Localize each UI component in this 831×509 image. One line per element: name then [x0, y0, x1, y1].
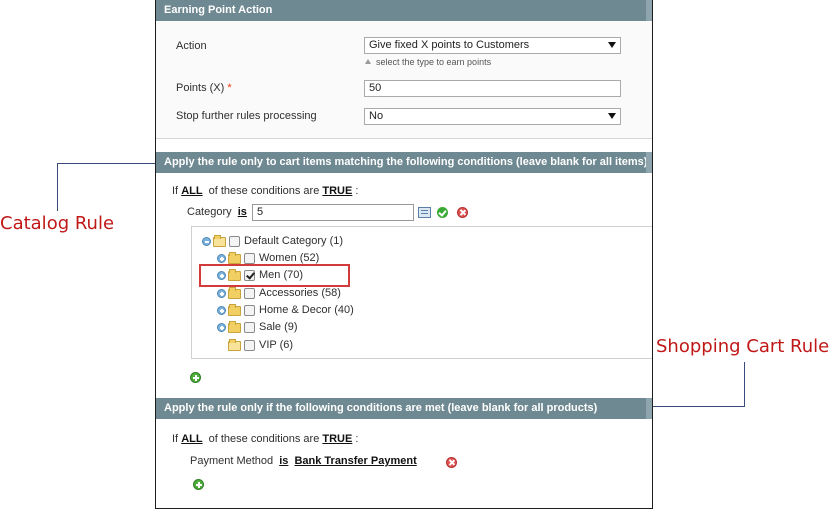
- category-value-input[interactable]: 5: [252, 204, 414, 221]
- action-select[interactable]: Give fixed X points to Customers: [364, 37, 621, 54]
- action-note-text: select the type to earn points: [376, 57, 492, 67]
- category-condition: Category is: [187, 206, 247, 218]
- action-select-value: Give fixed X points to Customers: [369, 39, 530, 51]
- note-triangle-icon: [365, 59, 371, 64]
- tree-node-label: VIP (6): [259, 339, 294, 351]
- tree-toggle-icon[interactable]: [217, 306, 226, 315]
- category-tree: Default Category (1) Women (52) Men (70)…: [191, 226, 652, 359]
- stop-processing-select[interactable]: No: [364, 108, 621, 125]
- payment-method-value[interactable]: Bank Transfer Payment: [294, 455, 416, 467]
- catalog-rule-connector: [57, 163, 155, 164]
- category-value: 5: [257, 206, 264, 218]
- tree-toggle-icon[interactable]: [217, 323, 226, 332]
- points-label-text: Points (X): [176, 82, 225, 94]
- remove-icon[interactable]: [446, 457, 457, 468]
- condition-middle: of these conditions are: [208, 433, 320, 445]
- checkbox-icon[interactable]: [244, 253, 255, 264]
- folder-icon: [228, 321, 241, 333]
- catalog-rule-annotation: Catalog Rule: [0, 213, 115, 234]
- shopping-cart-rule-connector: [653, 406, 745, 407]
- folder-icon: [228, 252, 241, 264]
- checkbox-icon[interactable]: [244, 305, 255, 316]
- earning-form: Action Give fixed X points to Customers …: [156, 21, 652, 139]
- value-toggle[interactable]: TRUE: [322, 185, 352, 197]
- folder-icon: [228, 304, 241, 316]
- rule-edit-panel: Earning Point Action Action Give fixed X…: [155, 0, 653, 509]
- cart-items-condition-line: If ALL of these conditions are TRUE :: [172, 185, 358, 197]
- remove-icon[interactable]: [457, 207, 468, 218]
- folder-icon: [228, 339, 241, 351]
- chooser-icon[interactable]: [418, 207, 431, 218]
- required-mark: *: [227, 82, 232, 94]
- tree-node-label: Women (52): [259, 252, 320, 264]
- checkbox-icon[interactable]: [244, 288, 255, 299]
- conditions-section-title: Apply the rule only if the following con…: [164, 402, 598, 414]
- folder-icon: [228, 287, 241, 299]
- tree-toggle-icon[interactable]: [217, 289, 226, 298]
- add-condition-icon[interactable]: [190, 372, 201, 383]
- apply-icon[interactable]: [437, 207, 448, 218]
- conditions-condition-line: If ALL of these conditions are TRUE :: [172, 433, 358, 445]
- catalog-rule-connector-vertical: [57, 163, 58, 211]
- category-operator[interactable]: is: [238, 206, 247, 218]
- action-label: Action: [176, 40, 207, 52]
- aggregator-toggle[interactable]: ALL: [181, 433, 202, 445]
- stop-processing-label: Stop further rules processing: [176, 110, 317, 122]
- category-label: Category: [187, 206, 232, 218]
- points-label: Points (X) *: [176, 82, 232, 94]
- condition-prefix: If: [172, 433, 179, 445]
- checkbox-icon[interactable]: [244, 322, 255, 333]
- earning-point-action-header: Earning Point Action: [156, 0, 652, 21]
- condition-prefix: If: [172, 185, 179, 197]
- men-category-highlight: [199, 264, 350, 287]
- tree-node-label: Sale (9): [259, 321, 298, 333]
- tree-toggle-icon[interactable]: [217, 254, 226, 263]
- value-toggle[interactable]: TRUE: [322, 433, 352, 445]
- tree-node-label: Home & Decor (40): [259, 304, 354, 316]
- checkbox-icon[interactable]: [229, 236, 240, 247]
- tree-node-label: Accessories (58): [259, 287, 341, 299]
- condition-middle: of these conditions are: [208, 185, 320, 197]
- cart-items-section-title: Apply the rule only to cart items matchi…: [164, 156, 648, 168]
- tree-node-label: Default Category (1): [244, 235, 344, 247]
- dropdown-arrow-icon: [608, 42, 616, 48]
- folder-icon: [213, 235, 226, 247]
- points-input-value: 50: [369, 82, 382, 94]
- add-condition-icon[interactable]: [193, 479, 204, 490]
- payment-method-operator[interactable]: is: [279, 455, 288, 467]
- stop-processing-value: No: [369, 110, 384, 122]
- condition-suffix: :: [355, 185, 359, 197]
- aggregator-toggle[interactable]: ALL: [181, 185, 202, 197]
- shopping-cart-rule-connector-vertical: [744, 362, 745, 407]
- earning-section-title: Earning Point Action: [164, 4, 273, 16]
- action-note: select the type to earn points: [365, 57, 491, 67]
- checkbox-icon[interactable]: [244, 340, 255, 351]
- conditions-header: Apply the rule only if the following con…: [156, 398, 652, 419]
- tree-toggle-icon[interactable]: [202, 237, 211, 246]
- points-input[interactable]: 50: [364, 80, 621, 97]
- payment-method-label: Payment Method: [190, 455, 274, 467]
- dropdown-arrow-icon: [608, 113, 616, 119]
- payment-method-condition: Payment Method is Bank Transfer Payment: [190, 455, 417, 467]
- condition-suffix: :: [355, 433, 359, 445]
- cart-items-conditions-header: Apply the rule only to cart items matchi…: [156, 152, 652, 173]
- shopping-cart-rule-annotation: Shopping Cart Rule: [656, 336, 830, 357]
